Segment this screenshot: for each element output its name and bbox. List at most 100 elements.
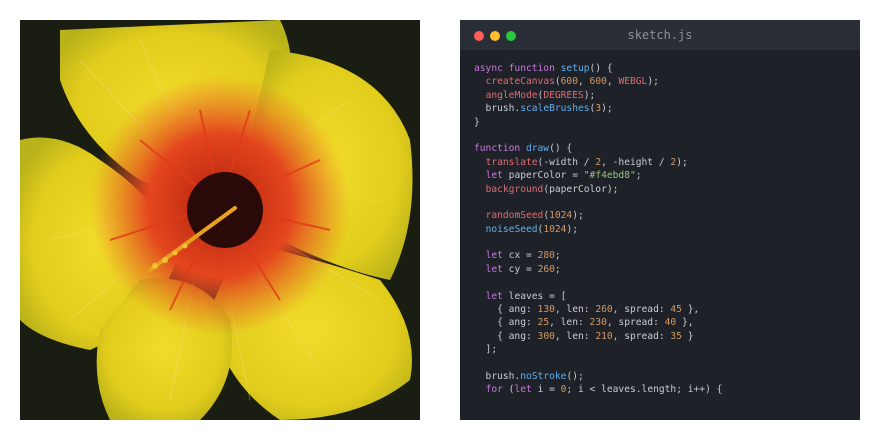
code-token: ); (583, 89, 596, 101)
code-token: 45 (670, 304, 682, 316)
code-token: "#f4ebd8" (583, 170, 636, 182)
code-token: angleMode (485, 89, 538, 101)
code-token: cy = (508, 263, 538, 275)
code-line: brush.noStroke(); (474, 370, 852, 383)
code-token: let (485, 170, 509, 182)
code-token: DEGREES (543, 89, 584, 101)
code-token: async function (474, 63, 561, 74)
code-line: async function setup() { (474, 62, 852, 75)
code-token: { ang: (474, 304, 538, 316)
code-line: ]; (474, 343, 852, 356)
code-token: draw (525, 143, 550, 155)
editor-titlebar: sketch.js (460, 20, 860, 50)
code-line: noiseSeed(1024); (474, 223, 852, 236)
code-line: let paperColor = "#f4ebd8"; (474, 169, 852, 182)
code-token: paperColor = (508, 170, 584, 182)
code-token: setup (560, 63, 590, 74)
code-token: leaves = [ (508, 290, 567, 302)
code-token: function (474, 143, 526, 155)
code-token: brush. (474, 103, 521, 115)
code-token: noStroke (520, 370, 567, 382)
code-token: ; i < leaves.length; i++) { (566, 384, 723, 396)
code-token: ); (601, 103, 613, 115)
code-token: 25 (537, 317, 550, 329)
code-token: let (485, 250, 509, 262)
code-line: background(paperColor); (474, 183, 852, 196)
code-token: cx = (508, 250, 538, 262)
code-token: , len: (554, 330, 596, 342)
code-line: function draw() { (474, 142, 852, 155)
code-token: ); (566, 223, 578, 235)
code-line: { ang: 25, len: 230, spread: 40 }, (474, 316, 852, 329)
code-token: i = (537, 384, 561, 396)
code-line: createCanvas(600, 600, WEBGL); (474, 75, 852, 88)
editor-filename: sketch.js (627, 28, 693, 42)
code-token: } (681, 330, 694, 342)
code-token: noiseSeed (485, 223, 538, 235)
code-token: (paperColor); (543, 183, 619, 195)
code-token: let (485, 263, 509, 275)
code-token: 1024 (543, 223, 567, 235)
code-token: translate (485, 156, 538, 168)
code-token: }, (681, 304, 700, 316)
code-token: ]; (474, 344, 498, 356)
code-token: ; (554, 263, 561, 275)
code-line: } (474, 116, 852, 129)
code-token: 280 (537, 250, 555, 262)
code-token: 260 (595, 304, 613, 316)
code-line: brush.scaleBrushes(3); (474, 102, 852, 115)
code-token: 1024 (549, 210, 573, 222)
code-token: { ang: (474, 317, 538, 329)
code-token: 300 (537, 330, 555, 342)
code-token: 230 (589, 317, 607, 329)
code-token: (); (566, 370, 584, 382)
code-token: WEBGL (618, 76, 648, 88)
artwork-canvas (20, 20, 420, 420)
code-line: { ang: 300, len: 210, spread: 35 } (474, 330, 852, 343)
code-token: , (577, 76, 590, 88)
hibiscus-painting (20, 20, 420, 420)
code-token: , spread: (606, 317, 665, 329)
code-token: 40 (664, 317, 677, 329)
code-token: let (514, 384, 538, 396)
code-line: randomSeed(1024); (474, 209, 852, 222)
code-token: ); (647, 76, 659, 88)
code-token: , len: (554, 304, 596, 316)
code-token: , len: (549, 317, 590, 329)
code-token: 260 (537, 263, 555, 275)
code-token: let (485, 290, 509, 302)
code-line: { ang: 130, len: 260, spread: 45 }, (474, 303, 852, 316)
code-line: let cy = 260; (474, 263, 852, 276)
code-token: 35 (670, 330, 682, 342)
code-token: }, (676, 317, 694, 329)
code-line: let cx = 280; (474, 249, 852, 262)
code-token: , (606, 76, 619, 88)
code-token: (-width / (537, 156, 596, 168)
code-token: 210 (595, 330, 613, 342)
code-token: brush. (474, 370, 521, 382)
code-token: 600 (589, 76, 607, 88)
code-body[interactable]: async function setup() { createCanvas(60… (474, 62, 852, 397)
code-token: ); (676, 156, 688, 168)
code-token: () { (549, 143, 573, 155)
code-editor-window: sketch.js async function setup() { creat… (460, 20, 860, 420)
code-token: ); (572, 210, 584, 222)
code-line: translate(-width / 2, -height / 2); (474, 156, 852, 169)
code-token: , spread: (612, 304, 671, 316)
code-token: randomSeed (485, 210, 544, 222)
code-token: createCanvas (485, 76, 555, 88)
code-token: { ang: (474, 330, 538, 342)
code-line: for (let i = 0; i < leaves.length; i++) … (474, 383, 852, 396)
code-token: ; (554, 250, 561, 262)
